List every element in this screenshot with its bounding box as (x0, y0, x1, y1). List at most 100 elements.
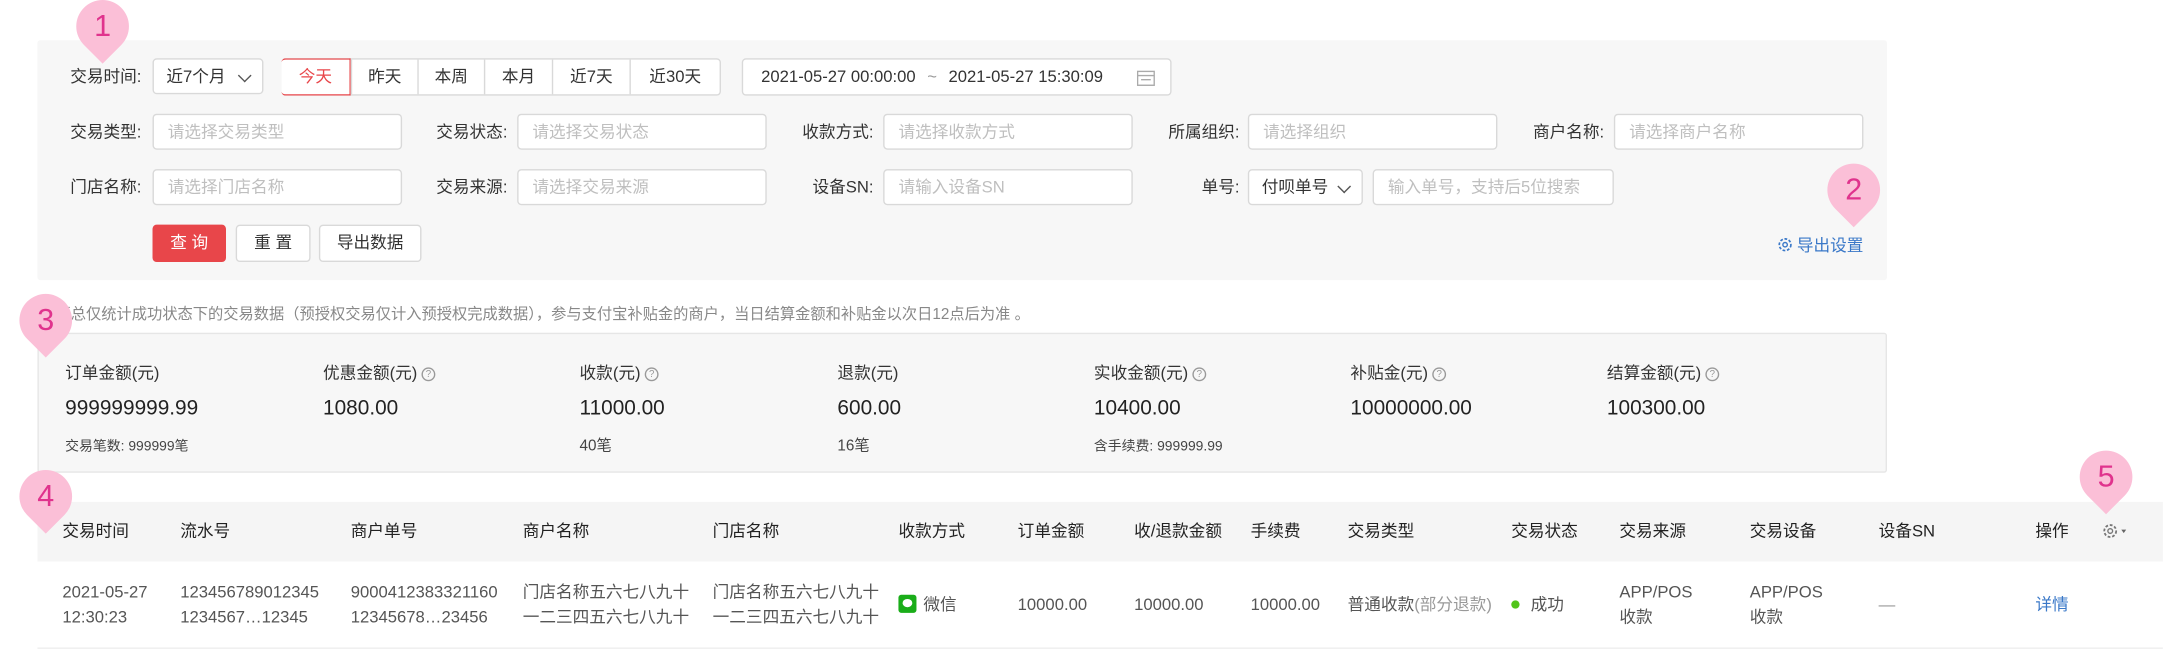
help-icon[interactable]: ? (421, 367, 436, 382)
tab-last-30-days[interactable]: 近30天 (629, 59, 719, 95)
cell-fee: 10000.00 (1250, 594, 1321, 615)
order-type-value: 付呗单号 (1261, 177, 1329, 197)
help-icon[interactable]: ? (644, 367, 659, 382)
cell-trade-time: 2021-05-27 12:30:23 (62, 580, 147, 630)
pay-method-select[interactable]: 请选择收款方式 (883, 113, 1133, 150)
tab-last-7-days[interactable]: 近7天 (551, 59, 630, 95)
query-button[interactable]: 查 询 (152, 224, 226, 263)
col-fee: 手续费 (1250, 521, 1301, 541)
merchant-name-select[interactable]: 请选择商户名称 (1613, 113, 1864, 150)
tab-this-month[interactable]: 本月 (483, 59, 552, 95)
order-no-label: 单号: (1201, 177, 1240, 197)
merchant-name-label: 商户名称: (1532, 122, 1605, 142)
stat-title: 实收金额(元) (1093, 363, 1189, 383)
stat-refund: 退款(元) 600.00 16笔 (837, 360, 901, 456)
date-range-picker[interactable]: 2021-05-27 00:00:00 ~ 2021-05-27 15:30:0… (741, 58, 1172, 96)
stat-sub: 16笔 (837, 438, 870, 455)
cell-trade-type: 普通收款(部分退款) (1348, 592, 1492, 617)
stat-actual-received: 实收金额(元)? 10400.00 含手续费: 999999.99 (1093, 360, 1223, 455)
trade-source-select[interactable]: 请选择交易来源 (517, 169, 767, 206)
marker-4: 4 (37, 478, 55, 513)
store-name-select[interactable]: 请选择门店名称 (152, 169, 403, 206)
trade-type-text: 普通收款 (1347, 594, 1415, 615)
help-icon[interactable]: ? (1432, 367, 1447, 382)
detail-link[interactable]: 详情 (2035, 592, 2068, 617)
trade-type-label: 交易类型: (70, 122, 142, 142)
marker-2: 2 (1845, 171, 1863, 207)
col-trade-device: 交易设备 (1749, 521, 1817, 541)
trade-type-select[interactable]: 请选择交易类型 (152, 113, 403, 150)
stat-sub: 40笔 (579, 438, 612, 455)
tab-today[interactable]: 今天 (281, 58, 351, 96)
tab-this-week[interactable]: 本周 (417, 59, 484, 95)
date-separator: ~ (927, 66, 937, 86)
table-row[interactable]: 2021-05-27 12:30:23 123456789012345 123456… (37, 561, 2163, 649)
export-data-button[interactable]: 导出数据 (318, 224, 422, 263)
cell-device-sn: — (1878, 594, 1896, 615)
cell-line: 9000412383321160 (350, 582, 498, 602)
time-range-select[interactable]: 近7个月 (152, 58, 264, 95)
device-sn-input[interactable]: 请输入设备SN (883, 169, 1133, 206)
col-serial-no: 流水号 (180, 521, 231, 541)
cell-line: APP/POS (1749, 582, 1823, 602)
org-select[interactable]: 请选择组织 (1247, 113, 1498, 150)
stat-title: 订单金额(元) (65, 363, 160, 383)
cell-line: 一二三四五六七八九十 (712, 607, 880, 627)
tab-yesterday[interactable]: 昨天 (350, 59, 418, 95)
cell-merchant-order-no: 9000412383321160 12345678…23456 (351, 580, 498, 630)
col-order-amount: 订单金额 (1017, 521, 1085, 541)
stat-sub: 含手续费: 999999.99 (1093, 439, 1223, 455)
stat-title: 退款(元) (837, 363, 899, 383)
col-store-name: 门店名称 (712, 521, 780, 541)
col-pay-method: 收款方式 (898, 521, 966, 541)
stat-value: 10000000.00 (1350, 396, 1472, 421)
chevron-down-icon (237, 68, 252, 83)
stat-title: 结算金额(元) (1606, 363, 1702, 383)
order-type-select[interactable]: 付呗单号 (1247, 169, 1363, 206)
stat-value: 999999999.99 (65, 396, 199, 421)
export-settings-label: 导出设置 (1796, 235, 1864, 256)
order-no-input[interactable]: 输入单号，支持后5位搜索 (1372, 169, 1614, 206)
cell-line: 门店名称五六七八九十 (522, 582, 690, 602)
cell-line: 12345678…23456 (350, 607, 488, 627)
stat-settlement: 结算金额(元)? 100300.00 (1606, 360, 1720, 420)
time-range-value: 近7个月 (166, 66, 226, 86)
stat-title: 补贴金(元) (1350, 363, 1429, 383)
stat-received: 收款(元)? 11000.00 40笔 (580, 360, 665, 456)
cell-pay-method: 微信 (898, 592, 957, 617)
stat-title: 优惠金额(元) (323, 363, 418, 383)
trade-time-label: 交易时间: (70, 66, 142, 86)
chevron-down-icon (1337, 179, 1352, 194)
col-trade-time: 交易时间 (62, 521, 129, 541)
device-sn-label: 设备SN: (812, 177, 874, 197)
stat-value: 1080.00 (323, 396, 399, 421)
store-name-label: 门店名称: (70, 177, 142, 197)
status-text: 成功 (1530, 594, 1564, 615)
stat-value: 11000.00 (579, 396, 665, 421)
quick-date-tabs: 今天 昨天 本周 本月 近7天 近30天 (281, 58, 721, 96)
stat-sub: 交易笔数: 999999笔 (65, 439, 189, 455)
stat-value: 10400.00 (1093, 396, 1181, 421)
help-icon[interactable]: ? (1705, 367, 1720, 382)
date-start: 2021-05-27 00:00:00 (761, 66, 916, 86)
cell-order-amount: 10000.00 (1017, 594, 1088, 615)
reset-button[interactable]: 重 置 (235, 224, 311, 263)
page: 交易时间: 近7个月 今天 昨天 本周 本月 近7天 近30天 2021-05-… (0, 0, 2174, 650)
wechat-icon (898, 594, 917, 613)
pay-method-label: 收款方式: (802, 122, 874, 142)
marker-1: 1 (94, 8, 112, 43)
cell-merchant-name: 门店名称五六七八九十 一二三四五六七八九十 (523, 580, 689, 630)
cell-line: 门店名称五六七八九十 (712, 582, 880, 602)
marker-5: 5 (2097, 458, 2115, 494)
cell-recv-amount: 10000.00 (1134, 594, 1204, 615)
calendar-icon (1136, 70, 1155, 86)
export-settings-link[interactable]: 导出设置 (1777, 233, 1863, 257)
cell-line: 收款 (1749, 607, 1784, 627)
marker-3: 3 (37, 302, 55, 337)
help-icon[interactable]: ? (1192, 367, 1207, 382)
cell-line: 123456789012345 (180, 582, 320, 602)
trade-type-note: (部分退款) (1414, 594, 1492, 615)
trade-status-select[interactable]: 请选择交易状态 (517, 113, 767, 150)
col-trade-type: 交易类型 (1347, 521, 1415, 541)
col-trade-source: 交易来源 (1619, 521, 1686, 541)
